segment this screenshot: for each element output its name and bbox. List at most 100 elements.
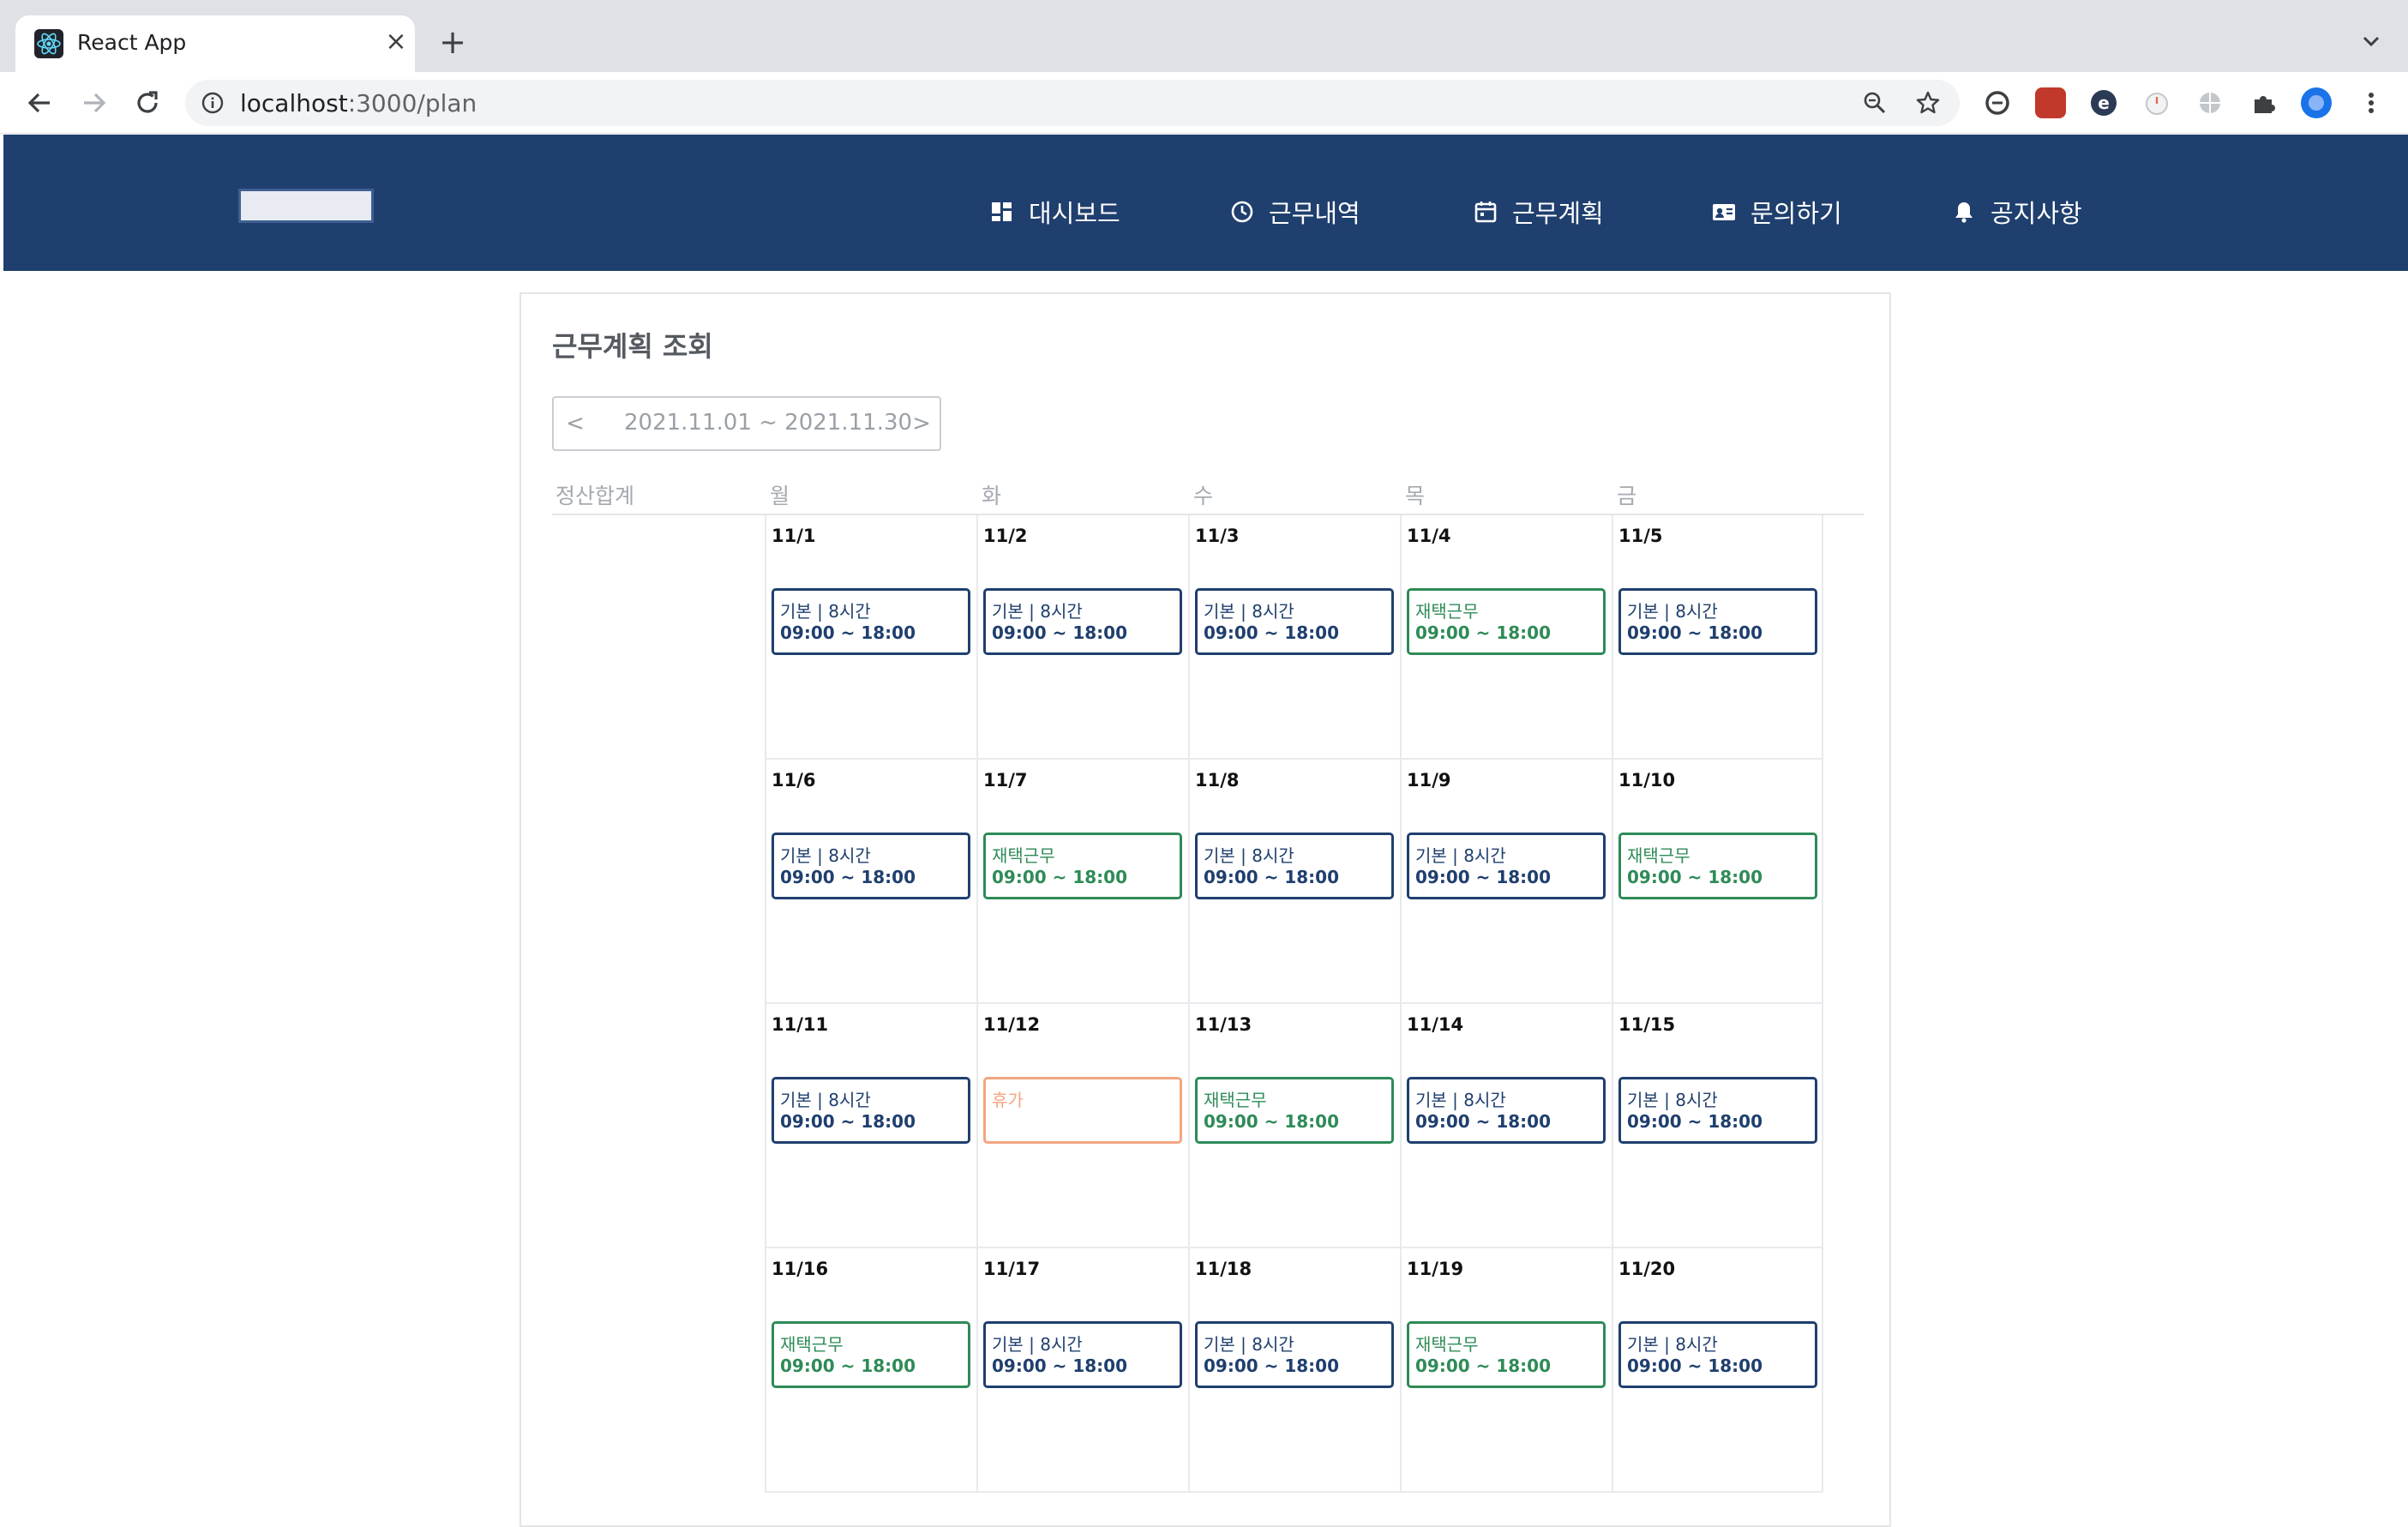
shift-label: 휴가 [992,1090,1024,1110]
profile-avatar-icon[interactable] [2301,87,2332,118]
nav-work-plan[interactable]: 근무계획 [1473,195,1604,229]
new-tab-button[interactable]: + [435,26,470,60]
column-header-total: 정산합계 [555,484,635,508]
day-date: 11/12 [983,1014,1041,1035]
shift-label: 기본 | 8시간 [1627,1090,1718,1110]
nav-dashboard[interactable]: 대시보드 [989,195,1120,229]
browser-tab[interactable]: React App × [15,15,415,72]
calendar-day-cell[interactable]: 11/19 재택근무 09:00 ~ 18:00 [1400,1248,1612,1493]
work-plan-card: 근무계획 조회 < 2021.11.01 ~ 2021.11.30 > 정산합계… [519,292,1891,1527]
shift-block-basic[interactable]: 기본 | 8시간 09:00 ~ 18:00 [983,1321,1182,1388]
column-header-tue: 화 [982,484,1002,508]
shift-block-basic[interactable]: 기본 | 8시간 09:00 ~ 18:00 [1195,588,1394,655]
logo-placeholder[interactable] [238,189,374,223]
calendar-day-cell[interactable]: 11/11 기본 | 8시간 09:00 ~ 18:00 [765,1004,976,1248]
nav-label: 근무내역 [1269,199,1360,228]
calendar-day-cell[interactable]: 11/9 기본 | 8시간 09:00 ~ 18:00 [1400,760,1612,1004]
shift-block-vacation[interactable]: 휴가 [983,1077,1182,1144]
shift-time: 09:00 ~ 18:00 [1627,867,1763,887]
calendar-day-cell[interactable]: 11/5 기본 | 8시간 09:00 ~ 18:00 [1612,515,1823,760]
shift-time: 09:00 ~ 18:00 [780,1356,916,1376]
day-date: 11/15 [1618,1014,1676,1035]
site-info-icon[interactable] [201,91,225,115]
shift-label: 기본 | 8시간 [780,1090,871,1110]
shift-block-basic[interactable]: 기본 | 8시간 09:00 ~ 18:00 [1618,1321,1817,1388]
nav-work-history[interactable]: 근무내역 [1229,195,1360,229]
shift-label: 기본 | 8시간 [780,601,871,622]
shift-label: 재택근무 [1627,845,1690,866]
calendar-day-cell[interactable]: 11/16 재택근무 09:00 ~ 18:00 [765,1248,976,1493]
nav-label: 근무계획 [1512,199,1604,228]
address-bar[interactable]: localhost:3000/plan [185,80,1960,126]
shift-label: 재택근무 [1415,1334,1479,1355]
day-date: 11/14 [1407,1014,1464,1035]
calendar-day-cell[interactable]: 11/18 기본 | 8시간 09:00 ~ 18:00 [1188,1248,1400,1493]
calendar-day-cell[interactable]: 11/7 재택근무 09:00 ~ 18:00 [976,760,1188,1004]
shift-block-remote[interactable]: 재택근무 09:00 ~ 18:00 [1195,1077,1394,1144]
nav-label: 문의하기 [1750,199,1842,228]
dashboard-icon [992,202,1012,221]
shift-label: 기본 | 8시간 [1415,845,1506,866]
shift-block-remote[interactable]: 재택근무 09:00 ~ 18:00 [772,1321,970,1388]
extension-e-icon[interactable]: e [2088,87,2119,118]
nav-notice[interactable]: 공지사항 [1951,195,2082,229]
day-date: 11/13 [1195,1014,1252,1035]
browser-tabstrip: React App × + [0,0,2408,72]
tab-search-chevron-icon[interactable] [2356,26,2387,57]
calendar-day-cell[interactable]: 11/3 기본 | 8시간 09:00 ~ 18:00 [1188,515,1400,760]
nav-inquiry[interactable]: 문의하기 [1711,195,1842,229]
calendar-day-cell[interactable]: 11/17 기본 | 8시간 09:00 ~ 18:00 [976,1248,1188,1493]
shift-label: 재택근무 [992,845,1055,866]
shift-block-remote[interactable]: 재택근무 09:00 ~ 18:00 [1618,833,1817,899]
shift-block-basic[interactable]: 기본 | 8시간 09:00 ~ 18:00 [1618,588,1817,655]
shift-block-basic[interactable]: 기본 | 8시간 09:00 ~ 18:00 [1407,833,1606,899]
calendar-day-cell[interactable]: 11/20 기본 | 8시간 09:00 ~ 18:00 [1612,1248,1823,1493]
extension-red-icon[interactable] [2035,87,2066,118]
shift-block-remote[interactable]: 재택근무 09:00 ~ 18:00 [1407,1321,1606,1388]
shift-block-basic[interactable]: 기본 | 8시간 09:00 ~ 18:00 [1407,1077,1606,1144]
shift-block-basic[interactable]: 기본 | 8시간 09:00 ~ 18:00 [1195,833,1394,899]
shift-label: 재택근무 [1204,1090,1267,1110]
forward-arrow-icon[interactable] [77,86,111,120]
calendar-day-cell[interactable]: 11/13 재택근무 09:00 ~ 18:00 [1188,1004,1400,1248]
calendar-day-cell[interactable]: 11/10 재택근무 09:00 ~ 18:00 [1612,760,1823,1004]
calendar-day-cell[interactable]: 11/12 휴가 [976,1004,1188,1248]
calendar-day-cell[interactable]: 11/15 기본 | 8시간 09:00 ~ 18:00 [1612,1004,1823,1248]
extension-globe-icon[interactable] [2195,87,2225,118]
bookmark-star-icon[interactable] [1915,90,1941,116]
browser-menu-kebab-icon[interactable] [2356,87,2387,118]
shift-label: 기본 | 8시간 [1204,601,1294,622]
shift-label: 기본 | 8시간 [780,845,871,866]
shift-block-basic[interactable]: 기본 | 8시간 09:00 ~ 18:00 [772,588,970,655]
extension-sync-icon[interactable] [1982,87,2013,118]
nav-label: 공지사항 [1991,199,2082,228]
calendar-day-cell[interactable]: 11/14 기본 | 8시간 09:00 ~ 18:00 [1400,1004,1612,1248]
shift-label: 재택근무 [780,1334,844,1355]
prev-period-button[interactable]: < [561,408,590,439]
reload-icon[interactable] [130,86,165,120]
shift-time: 09:00 ~ 18:00 [992,867,1128,887]
day-date: 11/6 [772,770,816,791]
shift-block-basic[interactable]: 기본 | 8시간 09:00 ~ 18:00 [772,833,970,899]
day-date: 11/10 [1618,770,1676,791]
shift-block-basic[interactable]: 기본 | 8시간 09:00 ~ 18:00 [1195,1321,1394,1388]
calendar-day-cell[interactable]: 11/6 기본 | 8시간 09:00 ~ 18:00 [765,760,976,1004]
zoom-magnifier-icon[interactable] [1862,90,1888,116]
extensions-puzzle-icon[interactable] [2248,87,2279,118]
shift-time: 09:00 ~ 18:00 [992,1356,1128,1376]
back-arrow-icon[interactable] [22,86,57,120]
shift-block-remote[interactable]: 재택근무 09:00 ~ 18:00 [1407,588,1606,655]
calendar-day-cell[interactable]: 11/1 기본 | 8시간 09:00 ~ 18:00 [765,515,976,760]
calendar-day-cell[interactable]: 11/2 기본 | 8시간 09:00 ~ 18:00 [976,515,1188,760]
shift-block-basic[interactable]: 기본 | 8시간 09:00 ~ 18:00 [983,588,1182,655]
clock-icon [1231,201,1253,223]
shift-block-remote[interactable]: 재택근무 09:00 ~ 18:00 [983,833,1182,899]
next-period-button[interactable]: > [907,408,936,439]
calendar-day-cell[interactable]: 11/8 기본 | 8시간 09:00 ~ 18:00 [1188,760,1400,1004]
shift-block-basic[interactable]: 기본 | 8시간 09:00 ~ 18:00 [1618,1077,1817,1144]
extension-timer-icon[interactable] [2141,87,2172,118]
period-selector[interactable]: < 2021.11.01 ~ 2021.11.30 > [552,396,941,451]
close-tab-icon[interactable]: × [382,28,410,56]
shift-block-basic[interactable]: 기본 | 8시간 09:00 ~ 18:00 [772,1077,970,1144]
calendar-day-cell[interactable]: 11/4 재택근무 09:00 ~ 18:00 [1400,515,1612,760]
